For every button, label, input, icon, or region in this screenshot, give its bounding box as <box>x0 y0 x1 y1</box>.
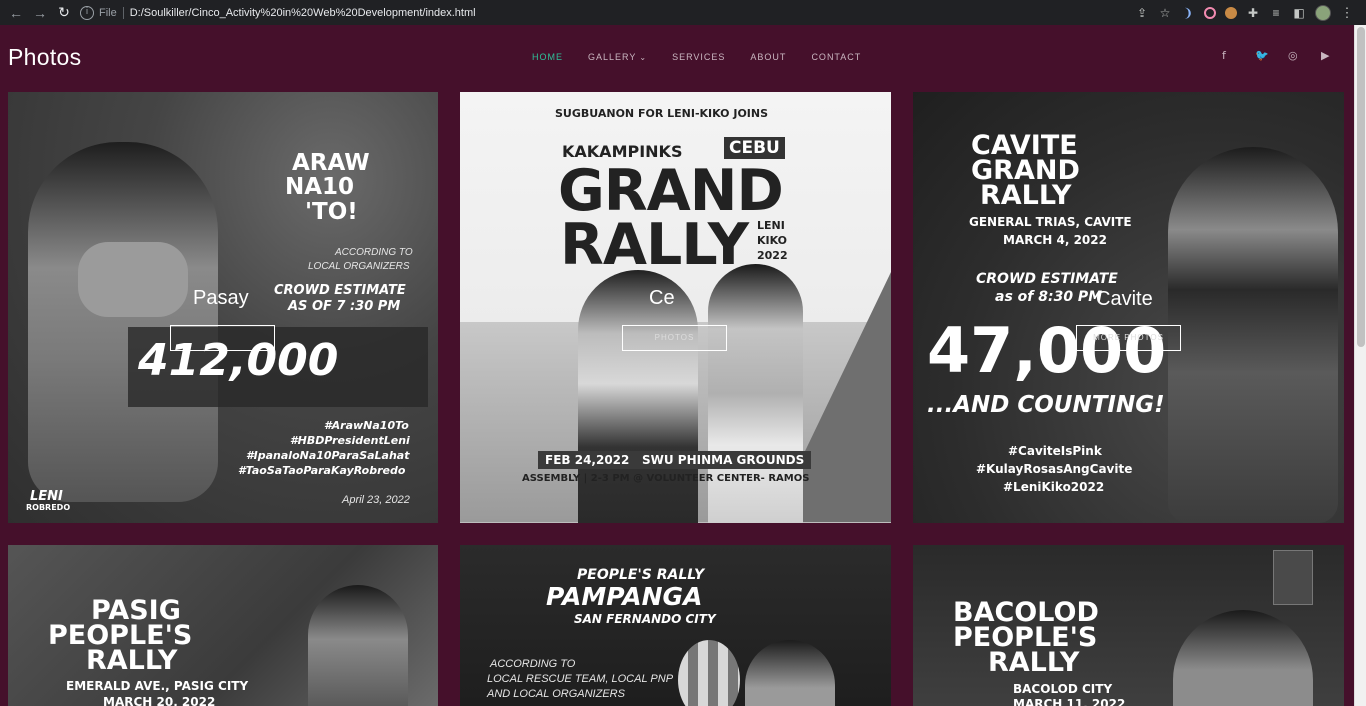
card-title: Pasay <box>193 287 249 309</box>
card-title: Ce <box>649 287 675 309</box>
poster-text: MARCH 20, 2022 <box>103 695 216 706</box>
portrait-image <box>28 142 218 502</box>
poster-venue: SWU PHINMA GROUNDS <box>635 451 812 469</box>
poster-text: CROWD ESTIMATE <box>976 271 1118 287</box>
poster-headline: RALLY <box>86 645 178 676</box>
poster-date: April 23, 2022 <box>342 494 410 506</box>
poster-text: MARCH 11, 2022 <box>1013 697 1126 706</box>
scrollbar-thumb[interactable] <box>1357 27 1365 347</box>
nav-about[interactable]: ABOUT <box>750 52 786 62</box>
info-icon[interactable]: i <box>80 5 94 20</box>
gallery-card-pampanga[interactable]: PEOPLE'S RALLY PAMPANGA SAN FERNANDO CIT… <box>460 545 891 706</box>
site-header: Photos HOME GALLERY ⌄ SERVICES ABOUT CONT… <box>0 25 1354 89</box>
poster-text: PEOPLE'S RALLY <box>577 567 705 583</box>
hashtag: #CaviteIsPink <box>1008 444 1102 458</box>
poster-date: FEB 24,2022 <box>538 451 637 469</box>
file-label: File <box>99 6 117 19</box>
hashtag: #LeniKiko2022 <box>1003 480 1105 494</box>
nav-contact[interactable]: CONTACT <box>811 52 861 62</box>
portrait-image <box>578 270 698 523</box>
poster-text: AS OF 7 :30 PM <box>288 299 401 314</box>
poster-text: AND LOCAL ORGANIZERS <box>487 688 625 700</box>
poster-text: ...AND COUNTING! <box>927 392 1165 418</box>
address-bar[interactable]: i File D:/Soulkiller/Cinco_Activity%20in… <box>80 0 476 25</box>
share-icon[interactable]: ⇪ <box>1135 6 1149 20</box>
youtube-icon[interactable]: ▶ <box>1321 49 1354 62</box>
page-scrollbar[interactable] <box>1354 25 1366 706</box>
hashtag: #HBDPresidentLeni <box>290 434 410 447</box>
card-button[interactable]: PHOTOS <box>622 325 727 351</box>
card-button[interactable]: MORE PHOTOS <box>1076 325 1181 351</box>
chevron-down-icon: ⌄ <box>639 53 648 62</box>
side-panel-icon[interactable]: ◧ <box>1292 6 1306 20</box>
divider <box>122 6 124 19</box>
nav-home[interactable]: HOME <box>532 52 563 62</box>
poster-text: as of 8:30 PM <box>995 289 1103 305</box>
nav-services[interactable]: SERVICES <box>672 52 725 62</box>
url-text[interactable]: D:/Soulkiller/Cinco_Activity%20in%20Web%… <box>130 7 476 19</box>
gallery-card-bacolod[interactable]: BACOLOD PEOPLE'S RALLY BACOLOD CITY MARC… <box>913 545 1344 706</box>
framed-photo <box>1273 550 1313 605</box>
site-brand[interactable]: Photos <box>8 44 81 71</box>
poster-text: LOCAL ORGANIZERS <box>308 261 410 272</box>
main-nav: HOME GALLERY ⌄ SERVICES ABOUT CONTACT <box>532 52 886 62</box>
browser-toolbar: ← → ↻ i File D:/Soulkiller/Cinco_Activit… <box>0 0 1366 25</box>
twitter-icon[interactable]: 🐦 <box>1255 49 1288 62</box>
portrait-image <box>1168 147 1338 523</box>
profile-avatar[interactable] <box>1315 4 1331 21</box>
gallery-card-pasig[interactable]: PASIG PEOPLE'S RALLY EMERALD AVE., PASIG… <box>8 545 438 706</box>
social-links: f 🐦 ◎ ▶ <box>1222 49 1354 62</box>
hashtag: #ArawNa10To <box>324 419 409 432</box>
poster-text: MARCH 4, 2022 <box>1003 233 1107 247</box>
poster-text: CROWD ESTIMATE <box>274 283 406 298</box>
poster-text: BACOLOD CITY <box>1013 682 1113 696</box>
reload-icon[interactable]: ↻ <box>52 4 76 21</box>
poster-line: ARAW <box>292 150 370 176</box>
menu-icon[interactable]: ⋮ <box>1340 5 1354 21</box>
extension-icon[interactable] <box>1225 6 1237 19</box>
gallery-card-pasay[interactable]: ARAW NA10 'TO! ACCORDING TO LOCAL ORGANI… <box>8 92 438 523</box>
gallery-card-cavite[interactable]: CAVITE GRAND RALLY GENERAL TRIAS, CAVITE… <box>913 92 1344 523</box>
poster-line: NA10 <box>285 174 355 200</box>
gallery-card-cebu[interactable]: SUGBUANON FOR LENI-KIKO JOINS KAKAMPINKS… <box>460 92 891 523</box>
poster-text: ASSEMBLY | 2-3 PM @ VOLUNTEER CENTER- RA… <box>522 473 810 484</box>
instagram-icon[interactable]: ◎ <box>1288 49 1321 62</box>
poster-headline: RALLY <box>980 180 1072 211</box>
facebook-icon[interactable]: f <box>1222 49 1255 62</box>
portrait-mask <box>78 242 188 317</box>
poster-logo: LENI <box>30 489 63 504</box>
poster-headline: RALLY <box>988 647 1080 678</box>
back-icon[interactable]: ← <box>4 5 28 21</box>
nav-gallery-label: GALLERY <box>588 52 637 62</box>
poster-text: ACCORDING TO <box>490 658 576 670</box>
poster-headline: PAMPANGA <box>546 582 703 611</box>
poster-text: GENERAL TRIAS, CAVITE <box>969 215 1132 229</box>
extension-icon[interactable]: ❩ <box>1181 6 1195 20</box>
bookmark-star-icon[interactable]: ☆ <box>1158 6 1172 20</box>
poster-text: 2022 <box>757 249 788 262</box>
poster-text: SUGBUANON FOR LENI-KIKO JOINS <box>555 107 769 120</box>
hashtag: #TaoSaTaoParaKayRobredo <box>238 464 406 477</box>
poster-text: LENI <box>757 219 785 232</box>
hashtag: #KulayRosasAngCavite <box>976 462 1133 476</box>
reading-list-icon[interactable]: ≡ <box>1269 6 1283 20</box>
poster-logo: ROBREDO <box>26 503 71 512</box>
puzzle-icon[interactable]: ✚ <box>1246 6 1260 20</box>
portrait-image <box>708 264 803 523</box>
poster-text: LOCAL RESCUE TEAM, LOCAL PNP <box>487 673 674 685</box>
extension-icon[interactable] <box>1204 6 1216 19</box>
poster-text: KIKO <box>757 234 787 247</box>
poster-text: ACCORDING TO <box>335 247 413 258</box>
nav-gallery[interactable]: GALLERY ⌄ <box>588 52 647 62</box>
card-button[interactable] <box>170 325 275 351</box>
hashtag: #IpanaloNa10ParaSaLahat <box>246 449 410 462</box>
card-title: Cavite <box>1096 288 1153 310</box>
poster-city: CEBU <box>724 137 785 159</box>
poster-text: EMERALD AVE., PASIG CITY <box>66 679 249 693</box>
poster-line: 'TO! <box>305 199 358 225</box>
poster-headline: RALLY <box>560 212 749 278</box>
portrait-image <box>308 585 408 706</box>
forward-icon[interactable]: → <box>28 5 52 21</box>
poster-text: SAN FERNANDO CITY <box>574 612 716 626</box>
